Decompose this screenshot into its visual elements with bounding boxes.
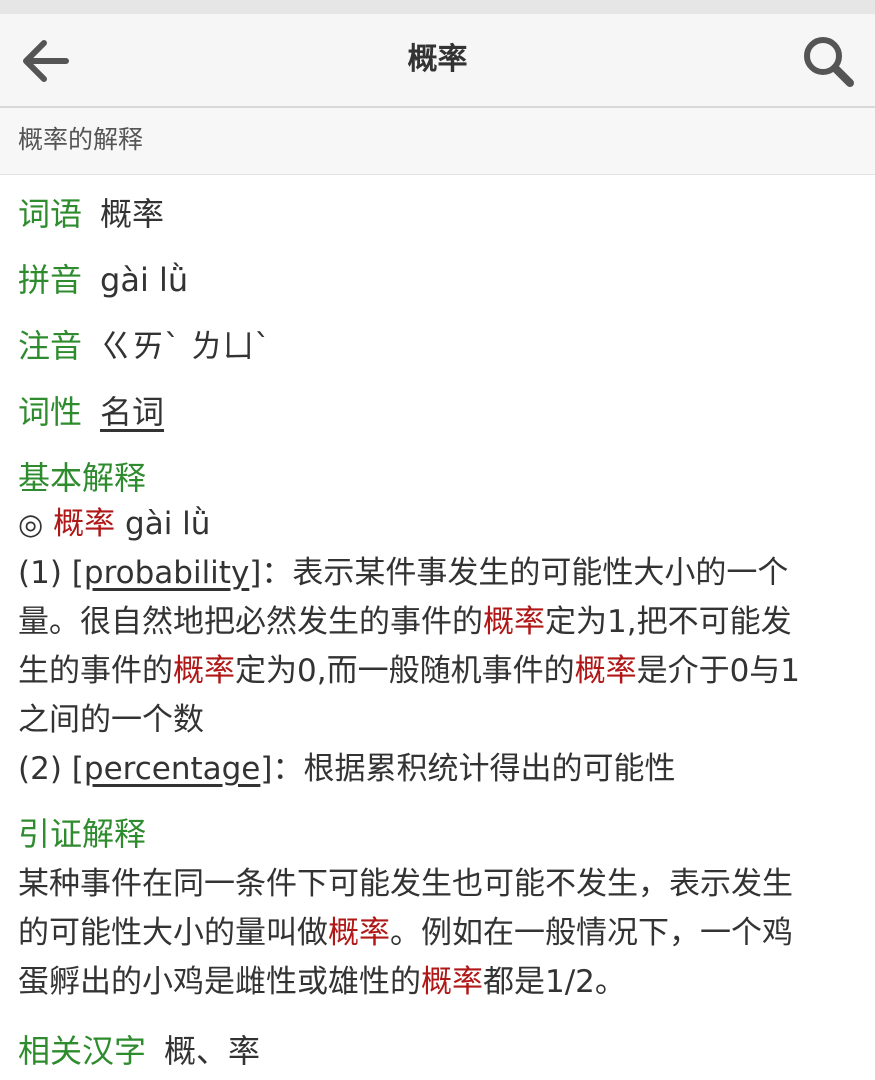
cited-section-title: 引证解释: [18, 815, 147, 853]
related-separator: 、: [196, 1032, 229, 1070]
headword: 概率: [53, 506, 116, 542]
def2-close-bracket: ]: [260, 751, 273, 787]
def1-line2-post: 定为1,把不可能发: [545, 604, 792, 640]
headword-line: ◎ 概率 gài lǜ: [18, 500, 858, 549]
app-bar: 概率: [0, 14, 875, 108]
pos-label: 词性: [18, 393, 83, 431]
def1-line3-pre: 生的事件的: [18, 653, 173, 689]
basic-section-title: 基本解释: [18, 459, 147, 497]
highlight-term: 概率: [574, 653, 637, 689]
basic-definition: ◎ 概率 gài lǜ (1) [probability]：表示某件事发生的可能…: [18, 500, 858, 794]
word-label: 词语: [18, 195, 83, 233]
highlight-term: 概率: [328, 915, 390, 951]
def1-open-bracket: [: [71, 555, 84, 591]
highlight-term: 概率: [483, 604, 545, 640]
zhuyin-label: 注音: [18, 327, 83, 365]
subheader-title: 概率的解释: [18, 125, 144, 154]
def1-line1-text: ：表示某件事发生的可能性大小的一个: [261, 555, 789, 591]
page-title: 概率: [407, 42, 468, 77]
def1-line2-pre: 量。很自然地把必然发生的事件的: [18, 604, 483, 640]
definition-2: (2) [percentage]：根据累积统计得出的可能性: [18, 745, 858, 794]
def1-number: (1): [18, 555, 62, 591]
search-button[interactable]: [798, 32, 862, 90]
cited-definition: 某种事件在同一条件下可能发生也可能不发生，表示发生 的可能性大小的量叫做概率。例…: [18, 860, 858, 1007]
cited-line1: 某种事件在同一条件下可能发生也可能不发生，表示发生: [18, 866, 793, 902]
def1-close-bracket: ]: [249, 555, 262, 591]
english-link-probability[interactable]: probability: [84, 555, 249, 591]
english-link-percentage[interactable]: percentage: [84, 751, 260, 787]
cited-line2-post: 。例如在一般情况下，一个鸡: [390, 915, 793, 951]
pos-link[interactable]: 名词: [100, 393, 164, 431]
pinyin-value: gài lǜ: [100, 261, 189, 299]
search-icon: [804, 37, 854, 87]
def1-line3-post: 是介于0与1: [636, 653, 801, 689]
circle-bullet: ◎: [18, 507, 44, 541]
related-char-1[interactable]: 概: [164, 1032, 196, 1070]
sub-header: 概率的解释: [0, 108, 875, 175]
cited-line2-pre: 的可能性大小的量叫做: [18, 915, 328, 951]
definition-1: (1) [probability]：表示某件事发生的可能性大小的一个 量。很自然…: [18, 549, 858, 745]
content-area: 词语 概率 拼音 gài lǜ 注音 ㄍㄞˋ ㄌㄩˋ 词性 名词 基本解释 ◎ 概率 g…: [18, 176, 858, 1071]
word-row: 词语 概率: [18, 194, 858, 234]
related-row: 相关汉字 概、率: [18, 1031, 858, 1071]
highlight-term: 概率: [173, 653, 235, 689]
headword-pinyin: gài lǜ: [125, 506, 211, 542]
def1-line3-mid: 定为0,而一般随机事件的: [235, 653, 575, 689]
arrow-left-icon: [23, 40, 69, 82]
def2-open-bracket: [: [71, 751, 84, 787]
def2-number: (2): [18, 751, 62, 787]
zhuyin-row: 注音 ㄍㄞˋ ㄌㄩˋ: [18, 326, 858, 366]
zhuyin-value: ㄍㄞˋ ㄌㄩˋ: [100, 327, 271, 365]
def2-text: ：根据累积统计得出的可能性: [272, 751, 676, 787]
cited-line3-post: 都是1/2。: [483, 964, 626, 1000]
highlight-term: 概率: [421, 964, 483, 1000]
status-bar-strip: [0, 0, 875, 14]
pos-row: 词性 名词: [18, 392, 858, 432]
related-char-2[interactable]: 率: [228, 1032, 260, 1070]
related-label: 相关汉字: [18, 1032, 147, 1070]
back-button[interactable]: [14, 34, 78, 88]
def1-line4: 之间的一个数: [18, 702, 204, 738]
cited-line3-pre: 蛋孵出的小鸡是雌性或雄性的: [18, 964, 421, 1000]
word-value: 概率: [100, 195, 165, 233]
pinyin-label: 拼音: [18, 261, 83, 299]
pinyin-row: 拼音 gài lǜ: [18, 260, 858, 300]
